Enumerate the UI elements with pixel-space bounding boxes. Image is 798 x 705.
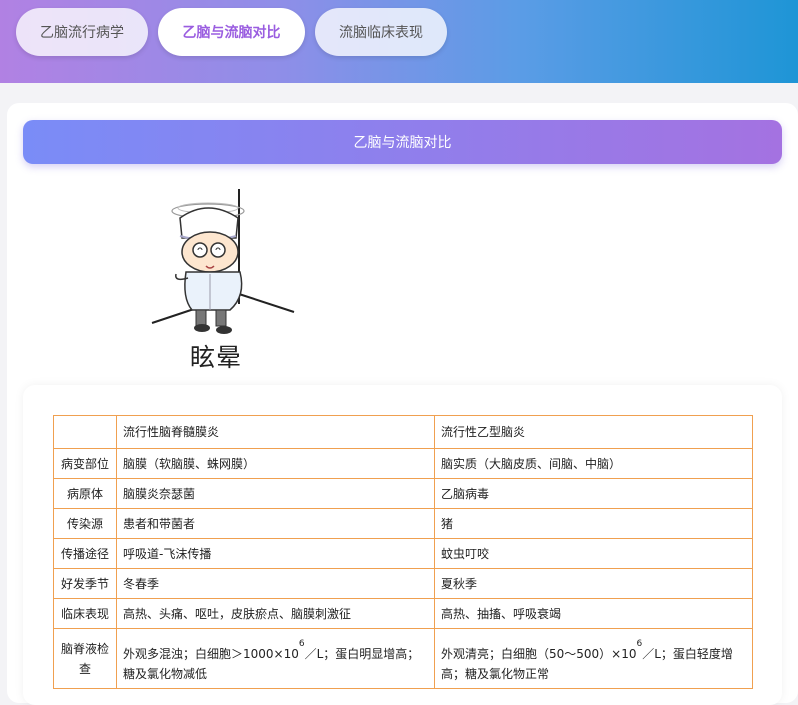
csf-text: 外观多混浊；白细胞＞1000×10 xyxy=(123,646,299,661)
row-label: 脑脊液检查 xyxy=(53,628,117,689)
table-cell: 脑膜（软脑膜、蛛网膜） xyxy=(116,448,435,479)
table-row: 脑脊液检查 外观多混浊；白细胞＞1000×106／L；蛋白明显增高；糖及氯化物减… xyxy=(53,628,753,689)
table-cell: 冬春季 xyxy=(116,568,435,599)
row-label: 传播途径 xyxy=(53,538,117,569)
illustration-caption: 眩晕 xyxy=(190,343,243,372)
row-label: 病变部位 xyxy=(53,448,117,479)
table-header-cell: 流行性乙型脑炎 xyxy=(434,415,753,449)
row-label: 传染源 xyxy=(53,508,117,539)
table-cell: 患者和带菌者 xyxy=(116,508,435,539)
tab-meningitis-clinical[interactable]: 流脑临床表现 xyxy=(315,8,447,56)
table-cell: 外观多混浊；白细胞＞1000×106／L；蛋白明显增高；糖及氯化物减低 xyxy=(116,628,435,689)
table-row: 病变部位 脑膜（软脑膜、蛛网膜） 脑实质（大脑皮质、间脑、中脑） xyxy=(53,448,753,479)
table-header-cell xyxy=(53,415,117,449)
tab-encephalitis-b-epidemiology[interactable]: 乙脑流行病学 xyxy=(16,8,148,56)
table-header-cell: 流行性脑脊髓膜炎 xyxy=(116,415,435,449)
table-cell: 高热、头痛、呕吐，皮肤瘀点、脑膜刺激征 xyxy=(116,598,435,629)
table-row: 临床表现 高热、头痛、呕吐，皮肤瘀点、脑膜刺激征 高热、抽搐、呼吸衰竭 xyxy=(53,598,753,629)
table-cell: 夏秋季 xyxy=(434,568,753,599)
section-title: 乙脑与流脑对比 xyxy=(353,135,452,151)
table-cell: 外观清亮；白细胞（50～500）×106／L；蛋白轻度增高；糖及氯化物正常 xyxy=(434,628,753,689)
table-cell: 脑实质（大脑皮质、间脑、中脑） xyxy=(434,448,753,479)
table-cell: 乙脑病毒 xyxy=(434,478,753,509)
table-row: 病原体 脑膜炎奈瑟菌 乙脑病毒 xyxy=(53,478,753,509)
table-row: 传播途径 呼吸道-飞沫传播 蚊虫叮咬 xyxy=(53,538,753,569)
table-cell: 蚊虫叮咬 xyxy=(434,538,753,569)
table-row: 好发季节 冬春季 夏秋季 xyxy=(53,568,753,599)
table-cell: 猪 xyxy=(434,508,753,539)
row-label: 病原体 xyxy=(53,478,117,509)
table-cell: 脑膜炎奈瑟菌 xyxy=(116,478,435,509)
table-cell: 呼吸道-飞沫传播 xyxy=(116,538,435,569)
section-header: 乙脑与流脑对比 xyxy=(23,120,782,164)
comparison-table: 流行性脑脊髓膜炎 流行性乙型脑炎 病变部位 脑膜（软脑膜、蛛网膜） 脑实质（大脑… xyxy=(53,415,753,689)
tab-encephalitis-comparison[interactable]: 乙脑与流脑对比 xyxy=(158,8,305,56)
csf-text: 外观清亮；白细胞（50～500）×10 xyxy=(441,646,637,661)
row-label: 临床表现 xyxy=(53,598,117,629)
table-header-row: 流行性脑脊髓膜炎 流行性乙型脑炎 xyxy=(53,415,753,449)
table-row: 传染源 患者和带菌者 猪 xyxy=(53,508,753,539)
table-cell: 高热、抽搐、呼吸衰竭 xyxy=(434,598,753,629)
row-label: 好发季节 xyxy=(53,568,117,599)
